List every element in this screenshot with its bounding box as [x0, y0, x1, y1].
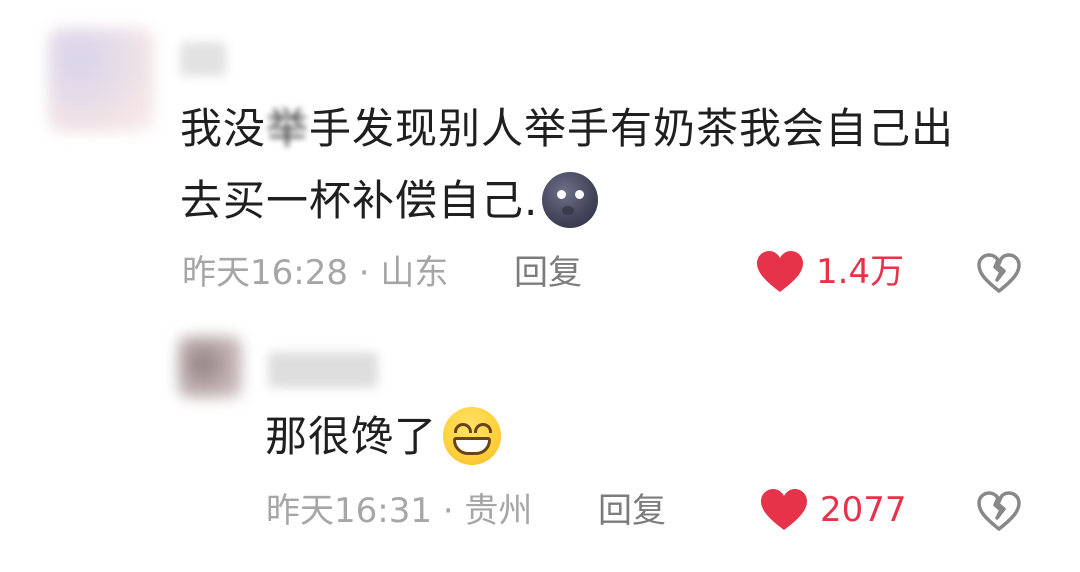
dislike-button[interactable] [976, 490, 1022, 536]
timestamp: 昨天16:28 [182, 253, 348, 293]
comment-meta: 昨天16:28 · 山东 [182, 251, 448, 295]
like-button[interactable]: 2077 [760, 488, 907, 532]
reply-button[interactable]: 回复 [598, 489, 666, 533]
separator: · [358, 253, 370, 293]
like-count: 1.4万 [816, 252, 905, 292]
heart-icon [757, 251, 803, 292]
avatar[interactable] [48, 28, 154, 132]
heart-icon [761, 489, 807, 530]
like-button[interactable]: 1.4万 [756, 250, 904, 294]
broken-heart-icon [977, 491, 1021, 531]
username[interactable] [180, 42, 226, 76]
broken-heart-icon [977, 253, 1021, 293]
reply-text: 那很馋了 [265, 402, 502, 472]
obscured-character: 举 [266, 104, 310, 153]
avatar[interactable] [178, 336, 242, 398]
comment-text-line: 我没举手发现别人举手有奶茶我会自己出 [180, 94, 954, 164]
new-moon-face-icon [542, 171, 599, 228]
comment-text-line: 去买一杯补偿自己. [180, 166, 599, 236]
location: 贵州 [464, 491, 533, 531]
location: 山东 [380, 253, 449, 293]
reply-meta: 昨天16:31 · 贵州 [266, 489, 532, 533]
dislike-button[interactable] [976, 252, 1022, 298]
username[interactable] [268, 352, 378, 388]
separator: · [442, 491, 454, 531]
like-count: 2077 [820, 490, 907, 530]
grinning-face-icon [443, 406, 502, 465]
reply-button[interactable]: 回复 [514, 251, 582, 295]
timestamp: 昨天16:31 [266, 491, 432, 531]
